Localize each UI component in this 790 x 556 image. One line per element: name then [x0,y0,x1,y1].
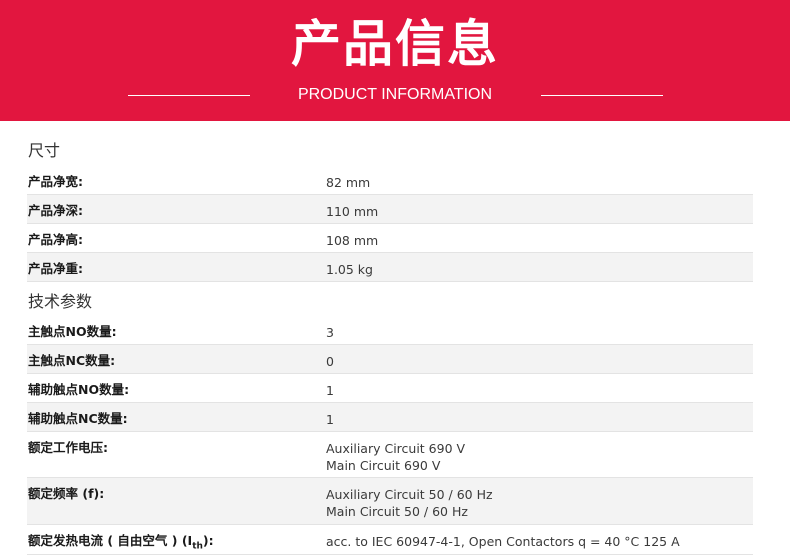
spec-label: 产品净高: [28,232,83,247]
banner-rule-right [541,95,663,96]
spec-label-tail: ): [202,533,214,548]
spec-value-line: Auxiliary Circuit 50 / 60 Hz [326,487,493,502]
spec-label: 主触点NC数量: [28,353,116,368]
spec-value: 0 [326,354,334,369]
spec-value-line: Main Circuit 690 V [326,458,441,473]
spec-label: 额定频率 (f): [28,486,105,501]
spec-label: 主触点NO数量: [28,324,117,339]
spec-value: acc. to IEC 60947-4-1, Open Contactors q… [326,534,680,549]
product-info-banner: 产品信息 PRODUCT INFORMATION [0,0,790,121]
spec-value-line: Auxiliary Circuit 690 V [326,441,466,456]
spec-row: 产品净深: 110 mm [27,195,753,224]
spec-label: 额定发热电流 ( 自由空气 ) (Ith): [28,533,214,555]
spec-value-line: Main Circuit 50 / 60 Hz [326,504,468,519]
spec-label: 产品净重: [28,261,83,276]
section-title-dimensions: 尺寸 [28,141,61,160]
spec-row: 额定频率 (f): Auxiliary Circuit 50 / 60 Hz M… [27,478,753,525]
spec-row: 辅助触点NO数量: 1 [27,374,753,403]
spec-label-main: 额定发热电流 ( 自由空气 ) (I [28,533,193,548]
banner-subtitle: PRODUCT INFORMATION [297,86,493,103]
spec-row: 产品净高: 108 mm [27,224,753,253]
spec-value: 82 mm [326,175,371,190]
spec-value: 1 [326,383,334,398]
spec-row: 额定工作电压: Auxiliary Circuit 690 V Main Cir… [27,432,753,478]
spec-label: 额定工作电压: [28,440,108,455]
spec-value: Auxiliary Circuit 690 V Main Circuit 690… [326,440,465,474]
spec-row: 主触点NO数量: 3 [27,316,753,345]
spec-value: 1.05 kg [326,262,373,277]
section-title-technical: 技术参数 [28,292,93,311]
spec-value: 108 mm [326,233,379,248]
spec-label: 产品净深: [28,203,83,218]
spec-row: 辅助触点NC数量: 1 [27,403,753,432]
banner-title: 产品信息 [291,15,499,73]
spec-value: Auxiliary Circuit 50 / 60 Hz Main Circui… [326,486,493,520]
spec-label: 辅助触点NO数量: [28,382,130,397]
spec-row: 额定发热电流 ( 自由空气 ) (Ith): acc. to IEC 60947… [27,525,753,555]
spec-row: 产品净宽: 82 mm [27,166,753,195]
spec-value: 3 [326,325,334,340]
spec-row: 产品净重: 1.05 kg [27,253,753,282]
spec-value: 1 [326,412,334,427]
spec-label: 产品净宽: [28,174,83,189]
spec-label: 辅助触点NC数量: [28,411,128,426]
spec-value: 110 mm [326,204,379,219]
spec-row: 主触点NC数量: 0 [27,345,753,374]
spec-label-subscript: th [192,541,203,552]
